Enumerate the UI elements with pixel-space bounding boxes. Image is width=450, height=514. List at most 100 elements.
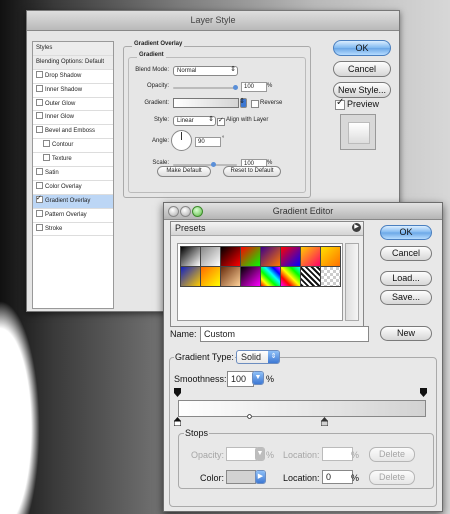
preset-swatch[interactable] (280, 266, 301, 287)
save-button[interactable]: Save... (380, 290, 432, 305)
opacity-slider[interactable] (173, 85, 238, 90)
gradient-type-select[interactable]: Solid ⇕ (236, 350, 280, 364)
style-item-bevel-and-emboss[interactable]: Bevel and Emboss (33, 125, 113, 140)
reverse-checkbox[interactable] (251, 100, 259, 108)
style-checkbox[interactable] (36, 126, 43, 134)
name-label: Name: (170, 329, 197, 339)
opacity-stop-left-icon[interactable] (174, 388, 181, 397)
opacity-stop-right-icon[interactable] (420, 388, 427, 397)
layer-style-ok-button[interactable]: OK (333, 40, 391, 56)
style-item-label: Inner Shadow (45, 86, 83, 93)
stop-opacity-dropdown[interactable]: ▼ (255, 447, 265, 461)
style-item-drop-shadow[interactable]: Drop Shadow (33, 70, 113, 84)
style-item-styles[interactable]: Styles (33, 42, 113, 56)
name-input[interactable]: Custom (200, 326, 369, 342)
preset-swatch[interactable] (260, 266, 281, 287)
style-checkbox[interactable] (36, 84, 43, 92)
style-checkbox[interactable] (43, 154, 50, 162)
style-item-gradient-overlay[interactable]: Gradient Overlay (33, 194, 113, 209)
opacity-field[interactable]: 100 (241, 82, 267, 92)
style-checkbox[interactable] (36, 98, 43, 106)
preset-swatch[interactable] (280, 246, 301, 267)
preset-swatch[interactable] (260, 246, 281, 267)
stop-opacity-input[interactable] (226, 447, 257, 461)
style-checkbox[interactable] (43, 140, 50, 148)
style-checkbox[interactable] (36, 168, 43, 176)
styles-list: Styles Blending Options: Default Drop Shad… (32, 41, 114, 309)
presets-scrollbar[interactable] (345, 243, 359, 321)
new-gradient-button[interactable]: New (380, 326, 432, 341)
gradient-swatch[interactable] (173, 98, 239, 108)
preview-checkbox[interactable] (335, 97, 345, 110)
stop-color-swatch[interactable] (226, 470, 256, 484)
gradient-dropdown-arrow[interactable] (239, 98, 247, 108)
load-button[interactable]: Load... (380, 271, 432, 286)
new-style-button[interactable]: New Style... (333, 82, 391, 98)
gradient-cancel-button[interactable]: Cancel (380, 246, 432, 261)
style-item-stroke[interactable]: Stroke (33, 223, 113, 237)
gradient-ok-button[interactable]: OK (380, 225, 432, 240)
preset-swatch[interactable] (200, 266, 221, 287)
angle-field[interactable]: 90 (195, 137, 221, 147)
style-item-texture[interactable]: Texture (33, 153, 113, 168)
style-item-label: Stroke (45, 225, 63, 232)
preset-swatch[interactable] (220, 266, 241, 287)
style-item-color-overlay[interactable]: Color Overlay (33, 181, 113, 195)
color-stop-left-icon[interactable] (174, 417, 181, 426)
style-item-outer-glow[interactable]: Outer Glow (33, 98, 113, 112)
preset-swatch[interactable] (180, 246, 201, 267)
preset-swatch[interactable] (320, 246, 341, 267)
style-checkbox[interactable] (36, 70, 43, 78)
stop-opacity-location-input[interactable] (322, 447, 353, 461)
style-item-pattern-overlay[interactable]: Pattern Overlay (33, 209, 113, 223)
style-checkbox[interactable] (36, 209, 43, 217)
delete-color-stop-button[interactable]: Delete (369, 470, 415, 485)
scale-slider-thumb[interactable] (211, 162, 216, 167)
gradient-preview-bar[interactable] (178, 400, 426, 417)
style-item-inner-shadow[interactable]: Inner Shadow (33, 84, 113, 98)
style-checkbox[interactable] (36, 195, 43, 206)
smoothness-input[interactable]: 100 (227, 371, 254, 387)
make-default-button[interactable]: Make Default (157, 166, 211, 177)
smoothness-dropdown[interactable]: ▼ (252, 371, 264, 385)
color-stop-right-icon[interactable] (321, 417, 328, 426)
layer-style-cancel-button[interactable]: Cancel (333, 61, 391, 77)
style-item-inner-glow[interactable]: Inner Glow (33, 111, 113, 126)
preset-swatch[interactable] (300, 246, 321, 267)
align-with-layer-checkbox[interactable] (217, 116, 225, 126)
style-select[interactable]: Linear (173, 116, 216, 126)
style-item-label: Inner Glow (45, 114, 75, 121)
stop-opacity-location-label: Location: (283, 450, 320, 460)
style-label: Style: (153, 117, 169, 123)
desktop-background-highlight (0, 300, 40, 514)
stop-color-dropdown[interactable]: ▶ (255, 470, 266, 484)
style-checkbox[interactable] (36, 181, 43, 189)
preset-swatch[interactable] (320, 266, 341, 287)
reset-to-default-button[interactable]: Reset to Default (223, 166, 281, 177)
smoothness-unit: % (266, 374, 275, 384)
preset-swatch[interactable] (180, 266, 201, 287)
stop-opacity-unit: % (266, 450, 275, 460)
style-checkbox[interactable] (36, 223, 43, 231)
angle-dial[interactable] (171, 130, 192, 151)
style-item-contour[interactable]: Contour (33, 139, 113, 154)
minimize-window-icon[interactable] (180, 206, 191, 217)
opacity-slider-thumb[interactable] (233, 85, 238, 90)
close-window-icon[interactable] (168, 206, 179, 217)
preset-swatch[interactable] (300, 266, 321, 287)
layer-style-title: Layer Style (27, 11, 399, 31)
style-item-satin[interactable]: Satin (33, 167, 113, 181)
style-item-blending-options-default[interactable]: Blending Options: Default (33, 55, 113, 70)
preset-swatch[interactable] (240, 246, 261, 267)
style-checkbox[interactable] (36, 112, 43, 120)
delete-opacity-stop-button[interactable]: Delete (369, 447, 415, 462)
preset-swatch[interactable] (240, 266, 261, 287)
stop-color-location-input[interactable]: 0 (322, 470, 353, 484)
preset-swatch[interactable] (220, 246, 241, 267)
style-item-label: Color Overlay (45, 183, 82, 190)
zoom-window-icon[interactable] (192, 206, 203, 217)
presets-menu-icon[interactable]: ▶ (352, 223, 361, 232)
preset-swatch[interactable] (200, 246, 221, 267)
midpoint-diamond-icon[interactable] (247, 414, 252, 419)
blend-mode-select[interactable]: Normal (173, 66, 238, 76)
